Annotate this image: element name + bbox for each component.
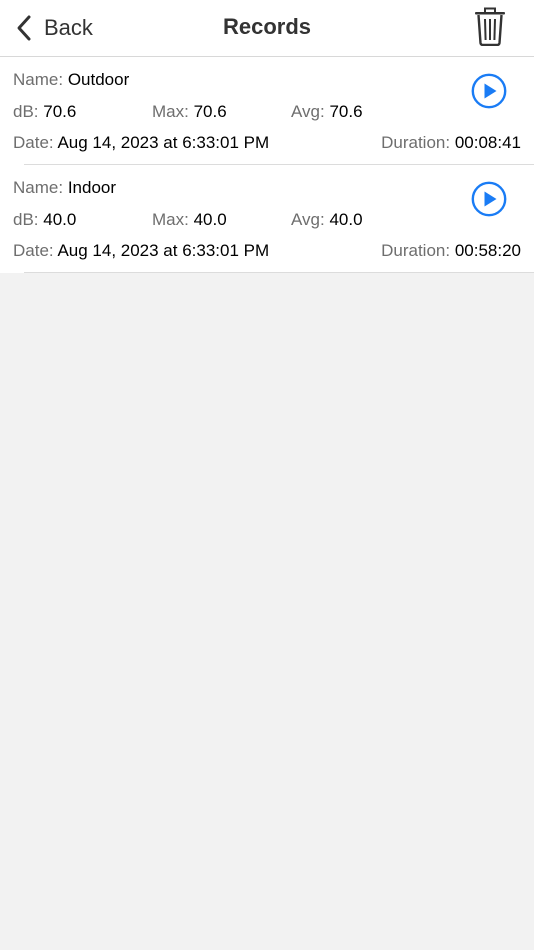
- record-duration: 00:08:41: [454, 133, 521, 152]
- record-duration: 00:58:20: [454, 241, 521, 260]
- navigation-bar: Back Records: [0, 0, 534, 57]
- page-title: Records: [222, 14, 312, 39]
- record-name: Outdoor: [67, 70, 130, 89]
- avg-key: Avg:: [291, 210, 325, 229]
- db-key: dB:: [13, 210, 39, 229]
- record-name-row: Name: Indoor: [13, 178, 116, 198]
- record-date: Aug 14, 2023 at 6:33:01 PM: [57, 133, 270, 152]
- record-db-row: dB: 70.6: [13, 102, 76, 122]
- max-key: Max:: [152, 210, 189, 229]
- duration-key: Duration:: [381, 241, 451, 260]
- record-duration-row: Duration: 00:58:20: [381, 241, 521, 261]
- record-max: 40.0: [193, 210, 227, 229]
- date-key: Date:: [13, 133, 54, 152]
- delete-all-button[interactable]: [474, 6, 506, 46]
- record-db: 70.6: [43, 102, 77, 121]
- record-avg-row: Avg: 70.6: [291, 102, 363, 122]
- play-circle-icon: [471, 181, 507, 217]
- record-date-row: Date: Aug 14, 2023 at 6:33:01 PM: [13, 241, 269, 261]
- name-key: Name:: [13, 178, 64, 197]
- record-date: Aug 14, 2023 at 6:33:01 PM: [57, 241, 270, 260]
- name-key: Name:: [13, 70, 64, 89]
- records-list: Name: Outdoor dB: 70.6 Max: 70.6 Avg: 70…: [0, 57, 534, 273]
- trash-icon: [475, 7, 505, 46]
- play-circle-icon: [471, 73, 507, 109]
- duration-key: Duration:: [381, 133, 451, 152]
- db-key: dB:: [13, 102, 39, 121]
- record-name: Indoor: [67, 178, 117, 197]
- avg-key: Avg:: [291, 102, 325, 121]
- record-avg: 40.0: [329, 210, 363, 229]
- max-key: Max:: [152, 102, 189, 121]
- row-separator: [24, 272, 534, 273]
- play-button[interactable]: [471, 73, 507, 109]
- record-db-row: dB: 40.0: [13, 210, 76, 230]
- record-db: 40.0: [43, 210, 77, 229]
- record-duration-row: Duration: 00:08:41: [381, 133, 521, 153]
- record-avg: 70.6: [329, 102, 363, 121]
- record-name-row: Name: Outdoor: [13, 70, 129, 90]
- record-row[interactable]: Name: Indoor dB: 40.0 Max: 40.0 Avg: 40.…: [0, 165, 534, 273]
- record-max-row: Max: 70.6: [152, 102, 227, 122]
- date-key: Date:: [13, 241, 54, 260]
- record-max: 70.6: [193, 102, 227, 121]
- record-date-row: Date: Aug 14, 2023 at 6:33:01 PM: [13, 133, 269, 153]
- record-row[interactable]: Name: Outdoor dB: 70.6 Max: 70.6 Avg: 70…: [0, 57, 534, 165]
- record-avg-row: Avg: 40.0: [291, 210, 363, 230]
- record-max-row: Max: 40.0: [152, 210, 227, 230]
- play-button[interactable]: [471, 181, 507, 217]
